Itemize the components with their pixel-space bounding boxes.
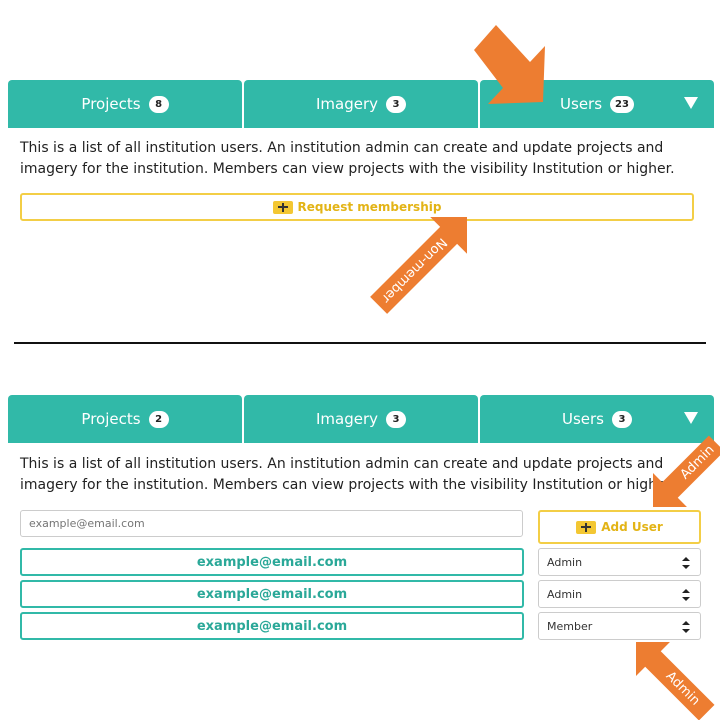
users-count-badge: 3 [612,410,632,428]
role-select-value: Admin [547,587,583,601]
tab-imagery-label: Imagery [315,95,379,113]
plus-icon [272,200,293,214]
role-select-value: Member [547,619,593,633]
user-email-row: example@email.com [20,548,524,576]
select-arrows-icon [682,589,690,601]
role-select-value: Admin [547,555,583,569]
tab-projects-label: Projects [81,410,141,428]
tab-imagery[interactable]: Imagery 3 [244,80,478,128]
role-select[interactable]: Admin [538,548,701,576]
add-user-button[interactable]: Add User [538,510,701,544]
section-divider [14,342,706,344]
imagery-count-badge: 3 [386,410,407,428]
tab-projects[interactable]: Projects 2 [8,395,242,443]
projects-count-badge: 8 [148,95,169,113]
tab-users-label: Users [561,410,604,428]
tab-users[interactable]: Users 3 [480,395,714,443]
request-membership-button[interactable]: Request membership [20,193,694,221]
users-description: This is a list of all institution users.… [20,456,675,493]
new-user-email-input[interactable] [20,510,523,537]
role-select[interactable]: Admin [538,580,701,608]
user-email-row: example@email.com [20,612,524,640]
select-arrows-icon [682,557,690,569]
plus-icon [576,520,597,534]
request-membership-label: Request membership [297,200,442,214]
users-description: This is a list of all institution users.… [20,140,675,177]
tab-imagery[interactable]: Imagery 3 [244,395,478,443]
imagery-count-badge: 3 [386,95,407,113]
collapse-triangle-icon[interactable] [684,97,698,109]
select-arrows-icon [682,621,690,633]
tab-projects-label: Projects [81,95,141,113]
non-member-label: Non-member [378,234,450,306]
tab-users-label: Users [560,95,603,113]
bottom-tab-bar: Projects 2 Imagery 3 Users 3 [8,395,714,443]
users-count-badge: 23 [610,95,634,113]
role-select[interactable]: Member [538,612,701,640]
admin-label-bottom: Admin [663,669,703,709]
projects-count-badge: 2 [148,410,169,428]
tab-users[interactable]: Users 23 [480,80,714,128]
collapse-triangle-icon[interactable] [684,412,698,424]
top-tab-bar: Projects 8 Imagery 3 Users 23 [8,80,714,128]
tab-projects[interactable]: Projects 8 [8,80,242,128]
tab-imagery-label: Imagery [315,410,379,428]
user-email-row: example@email.com [20,580,524,608]
add-user-label: Add User [601,520,663,534]
